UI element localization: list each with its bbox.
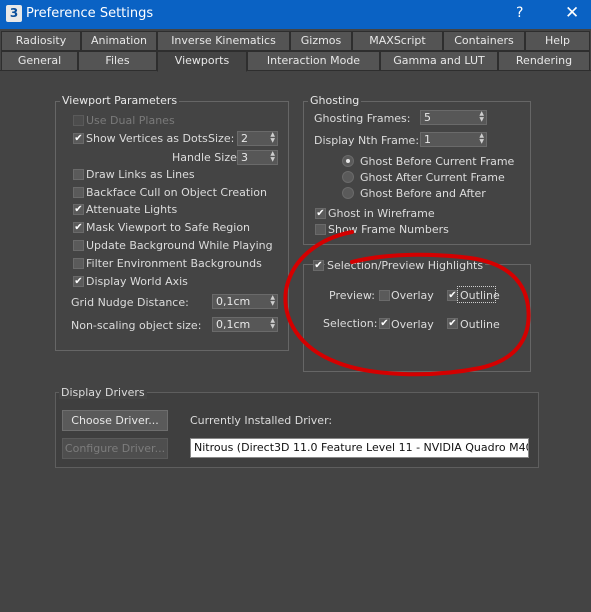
update-background-label: Update Background While Playing (86, 239, 273, 252)
check-icon: ✔ (314, 260, 323, 271)
ghost-both-label: Ghost Before and After (360, 187, 486, 200)
handle-size-spinner[interactable]: 3 ▲ ▼ (237, 150, 278, 165)
display-nth-spinner[interactable]: 1 ▲ ▼ (420, 132, 487, 147)
tab-radiosity[interactable]: Radiosity (1, 31, 81, 51)
installed-driver-field[interactable]: Nitrous (Direct3D 11.0 Feature Level 11 … (190, 438, 529, 458)
selection-overlay-checkbox[interactable]: ✔ (379, 318, 390, 329)
grid-nudge-spinner[interactable]: 0,1cm ▲ ▼ (212, 294, 278, 309)
tab-animation[interactable]: Animation (81, 31, 157, 51)
mask-viewport-checkbox[interactable]: ✔ (73, 222, 84, 233)
spinner-arrows-icon[interactable]: ▲ ▼ (479, 111, 484, 123)
draw-links-label: Draw Links as Lines (86, 168, 195, 181)
ghosting-frames-label: Ghosting Frames: (314, 112, 411, 125)
check-icon: ✔ (74, 204, 83, 215)
spinner-arrows-icon[interactable]: ▲ ▼ (270, 132, 275, 144)
help-button[interactable]: ? (516, 5, 523, 21)
spinner-arrows-icon[interactable]: ▲ ▼ (270, 295, 275, 307)
grid-nudge-value: 0,1cm (216, 295, 251, 308)
ghost-both-radio[interactable] (342, 187, 354, 199)
draw-links-checkbox[interactable] (73, 169, 84, 180)
attenuate-lights-checkbox[interactable]: ✔ (73, 204, 84, 215)
filter-env-checkbox[interactable] (73, 258, 84, 269)
preview-label: Preview: (329, 289, 375, 302)
check-icon: ✔ (74, 276, 83, 287)
tab-gizmos[interactable]: Gizmos (290, 31, 352, 51)
selection-label: Selection: (323, 317, 378, 330)
handle-size-label: Handle Size: (172, 151, 241, 164)
grid-nudge-label: Grid Nudge Distance: (71, 296, 189, 309)
check-icon: ✔ (448, 318, 457, 329)
selection-highlights-label: Selection/Preview Highlights (325, 259, 486, 272)
display-world-axis-checkbox[interactable]: ✔ (73, 276, 84, 287)
display-drivers-title: Display Drivers (59, 386, 147, 399)
selection-overlay-label: Overlay (391, 318, 434, 331)
preview-overlay-label: Overlay (391, 289, 434, 302)
ghosting-frames-spinner[interactable]: 5 ▲ ▼ (420, 110, 487, 125)
check-icon: ✔ (74, 133, 83, 144)
ghost-after-label: Ghost After Current Frame (360, 171, 505, 184)
ghosting-frames-value: 5 (424, 111, 431, 124)
tab-gamma-and-lut[interactable]: Gamma and LUT (380, 51, 498, 71)
choose-driver-button[interactable]: Choose Driver... (62, 410, 168, 431)
size-value: 2 (241, 132, 248, 145)
window-title: Preference Settings (26, 6, 154, 21)
tab-files[interactable]: Files (78, 51, 157, 71)
backface-cull-label: Backface Cull on Object Creation (86, 186, 267, 199)
group-title: Ghosting (308, 94, 362, 107)
display-nth-value: 1 (424, 133, 431, 146)
ghost-after-radio[interactable] (342, 171, 354, 183)
spinner-arrows-icon[interactable]: ▲ ▼ (270, 318, 275, 330)
tab-interaction-mode[interactable]: Interaction Mode (247, 51, 380, 71)
selection-highlights-checkbox[interactable]: ✔ (313, 260, 324, 271)
spinner-arrows-icon[interactable]: ▲ ▼ (479, 133, 484, 145)
tab-help[interactable]: Help (525, 31, 590, 51)
group-title: Viewport Parameters (60, 94, 180, 107)
title-bar: 3 Preference Settings ? ✕ (0, 0, 591, 29)
spinner-arrows-icon[interactable]: ▲ ▼ (270, 151, 275, 163)
tab-general[interactable]: General (1, 51, 78, 71)
show-frame-numbers-label: Show Frame Numbers (328, 223, 449, 236)
check-icon: ✔ (74, 222, 83, 233)
size-label: Size: (208, 132, 235, 145)
mask-viewport-label: Mask Viewport to Safe Region (86, 221, 251, 234)
selection-outline-checkbox[interactable]: ✔ (447, 318, 458, 329)
check-icon: ✔ (448, 290, 457, 301)
ghost-before-radio[interactable] (342, 155, 354, 167)
use-dual-planes-label: Use Dual Planes (86, 114, 175, 127)
tab-containers[interactable]: Containers (443, 31, 525, 51)
size-spinner[interactable]: 2 ▲ ▼ (237, 131, 278, 146)
ghost-in-wireframe-checkbox[interactable]: ✔ (315, 208, 326, 219)
attenuate-lights-label: Attenuate Lights (86, 203, 178, 216)
non-scaling-spinner[interactable]: 0,1cm ▲ ▼ (212, 317, 278, 332)
non-scaling-label: Non-scaling object size: (71, 319, 202, 332)
configure-driver-button[interactable]: Configure Driver... (62, 438, 168, 459)
display-world-axis-label: Display World Axis (86, 275, 188, 288)
handle-size-value: 3 (241, 151, 248, 164)
check-icon: ✔ (380, 318, 389, 329)
tab-maxscript[interactable]: MAXScript (352, 31, 443, 51)
app-icon: 3 (6, 5, 22, 22)
show-frame-numbers-checkbox[interactable] (315, 224, 326, 235)
selection-outline-label: Outline (460, 318, 500, 331)
ghost-before-label: Ghost Before Current Frame (360, 155, 515, 168)
non-scaling-value: 0,1cm (216, 318, 251, 331)
tab-rendering[interactable]: Rendering (498, 51, 590, 71)
check-icon: ✔ (316, 208, 325, 219)
backface-cull-checkbox[interactable] (73, 187, 84, 198)
display-nth-label: Display Nth Frame: (314, 134, 420, 147)
update-background-checkbox[interactable] (73, 240, 84, 251)
ghost-in-wireframe-label: Ghost in Wireframe (328, 207, 435, 220)
tab-inverse-kinematics[interactable]: Inverse Kinematics (157, 31, 290, 51)
show-vertices-label: Show Vertices as Dots (86, 132, 208, 145)
preview-overlay-checkbox[interactable] (379, 290, 390, 301)
installed-driver-label: Currently Installed Driver: (190, 414, 333, 427)
tab-viewports[interactable]: Viewports (157, 51, 247, 72)
close-button[interactable]: ✕ (565, 3, 579, 23)
show-vertices-checkbox[interactable]: ✔ (73, 133, 84, 144)
preview-outline-label: Outline (460, 289, 500, 302)
use-dual-planes-checkbox[interactable] (73, 115, 84, 126)
filter-env-label: Filter Environment Backgrounds (86, 257, 262, 270)
